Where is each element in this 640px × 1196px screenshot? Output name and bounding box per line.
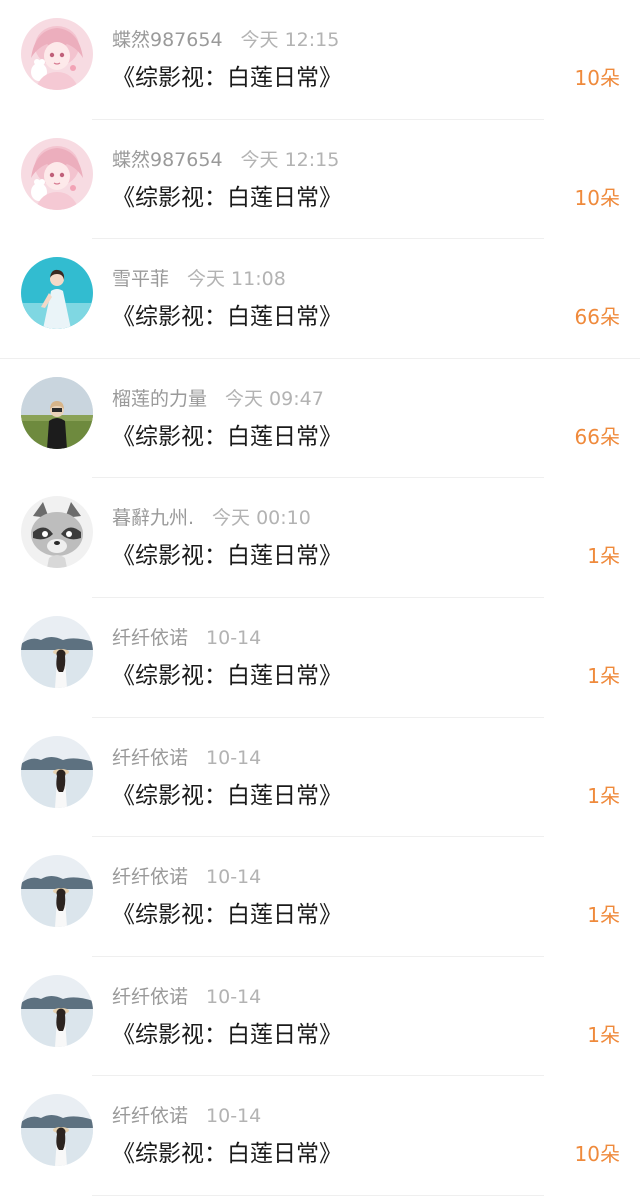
- book-title[interactable]: 《综影视：白莲日常》: [112, 776, 342, 816]
- list-item[interactable]: 雪平菲 今天 11:08 《综影视：白莲日常》 66朵: [0, 239, 640, 359]
- book-title[interactable]: 《综影视：白莲日常》: [112, 656, 342, 696]
- name-time-line: 纤纤依诺 10-14: [112, 1102, 261, 1130]
- book-title[interactable]: 《综影视：白莲日常》: [112, 1015, 342, 1055]
- girl-seaside-avatar-icon: [21, 1094, 93, 1166]
- list-item[interactable]: 纤纤依诺 10-14 《综影视：白莲日常》 1朵: [0, 957, 640, 1077]
- flower-count: 1朵: [587, 664, 620, 688]
- girl-seaside-avatar-icon: [21, 616, 93, 688]
- timestamp: 今天 11:08: [187, 268, 286, 291]
- girl-seaside-avatar-icon: [21, 855, 93, 927]
- list-item[interactable]: 纤纤依诺 10-14 《综影视：白莲日常》 1朵: [0, 598, 640, 718]
- book-title[interactable]: 《综影视：白莲日常》: [112, 58, 342, 98]
- name-time-line: 榴莲的力量 今天 09:47: [112, 385, 324, 413]
- girl-seaside-avatar-icon: [21, 736, 93, 808]
- name-time-line: 纤纤依诺 10-14: [112, 983, 261, 1011]
- timestamp: 今天 00:10: [212, 507, 311, 530]
- flower-count: 1朵: [587, 903, 620, 928]
- avatar[interactable]: [21, 616, 93, 688]
- user-name[interactable]: 蝶然987654: [112, 29, 223, 51]
- avatar[interactable]: [21, 377, 93, 449]
- flower-count: 66朵: [574, 424, 620, 449]
- timestamp: 今天 09:47: [225, 387, 324, 410]
- timestamp: 今天 12:15: [240, 29, 340, 51]
- book-title[interactable]: 《综影视：白莲日常》: [112, 178, 342, 218]
- user-name[interactable]: 榴莲的力量: [112, 388, 207, 410]
- list-item[interactable]: 纤纤依诺 10-14 《综影视：白莲日常》 1朵: [0, 837, 640, 957]
- flower-count: 1朵: [587, 544, 620, 569]
- flower-count: 66朵: [574, 305, 620, 330]
- flower-gift-list: 蝶然987654 今天 12:15 《综影视：白莲日常》 10朵 蝶然987654 今天 …: [0, 0, 640, 1196]
- name-time-line: 暮辭九州. 今天 00:10: [112, 504, 311, 532]
- timestamp: 10-14: [206, 1105, 262, 1128]
- book-title[interactable]: 《综影视：白莲日常》: [112, 536, 342, 576]
- user-name[interactable]: 纤纤依诺: [112, 986, 188, 1008]
- girl-seaside-avatar-icon: [21, 975, 93, 1047]
- avatar[interactable]: [21, 496, 93, 568]
- timestamp: 今天 12:15: [240, 148, 340, 171]
- name-time-line: 蝶然987654 今天 12:15: [112, 26, 339, 54]
- flower-count: 1朵: [587, 1022, 620, 1047]
- list-item[interactable]: 蝶然987654 今天 12:15 《综影视：白莲日常》 10朵: [0, 0, 640, 120]
- timestamp: 10-14: [206, 866, 262, 889]
- timestamp: 10-14: [206, 746, 262, 769]
- name-time-line: 雪平菲 今天 11:08: [112, 265, 286, 293]
- flower-count: 10朵: [574, 66, 620, 90]
- avatar[interactable]: [21, 1094, 93, 1166]
- flower-count: 10朵: [574, 185, 620, 210]
- avatar[interactable]: [21, 257, 93, 329]
- user-name[interactable]: 纤纤依诺: [112, 866, 188, 888]
- user-name[interactable]: 蝶然987654: [112, 149, 223, 171]
- anime-girl-avatar-icon: [21, 18, 93, 90]
- list-item[interactable]: 纤纤依诺 10-14 《综影视：白莲日常》 10朵: [0, 1076, 640, 1196]
- book-title[interactable]: 《综影视：白莲日常》: [112, 417, 342, 457]
- user-name[interactable]: 纤纤依诺: [112, 1105, 188, 1127]
- flower-count: 1朵: [587, 783, 620, 808]
- person-field-avatar-icon: [21, 377, 93, 449]
- anime-girl-avatar-icon: [21, 138, 93, 210]
- name-time-line: 蝶然987654 今天 12:15: [112, 146, 339, 174]
- user-name[interactable]: 暮辭九州.: [112, 507, 194, 529]
- user-name[interactable]: 纤纤依诺: [112, 747, 188, 769]
- flower-count: 10朵: [574, 1142, 620, 1167]
- list-item[interactable]: 蝶然987654 今天 12:15 《综影视：白莲日常》 10朵: [0, 120, 640, 240]
- list-item[interactable]: 榴莲的力量 今天 09:47 《综影视：白莲日常》 66朵: [0, 359, 640, 479]
- timestamp: 10-14: [206, 627, 262, 649]
- name-time-line: 纤纤依诺 10-14: [112, 744, 261, 772]
- book-title[interactable]: 《综影视：白莲日常》: [112, 895, 342, 935]
- list-item[interactable]: 暮辭九州. 今天 00:10 《综影视：白莲日常》 1朵: [0, 478, 640, 598]
- user-name[interactable]: 纤纤依诺: [112, 627, 188, 649]
- user-name[interactable]: 雪平菲: [112, 268, 169, 290]
- avatar[interactable]: [21, 975, 93, 1047]
- name-time-line: 纤纤依诺 10-14: [112, 624, 261, 652]
- book-title[interactable]: 《综影视：白莲日常》: [112, 1134, 342, 1174]
- name-time-line: 纤纤依诺 10-14: [112, 863, 261, 891]
- list-item[interactable]: 纤纤依诺 10-14 《综影视：白莲日常》 1朵: [0, 718, 640, 838]
- book-title[interactable]: 《综影视：白莲日常》: [112, 297, 342, 337]
- avatar[interactable]: [21, 18, 93, 90]
- avatar[interactable]: [21, 138, 93, 210]
- timestamp: 10-14: [206, 985, 262, 1008]
- avatar[interactable]: [21, 855, 93, 927]
- raccoon-avatar-icon: [21, 496, 93, 568]
- avatar[interactable]: [21, 736, 93, 808]
- girl-blue-dress-avatar-icon: [21, 257, 93, 329]
